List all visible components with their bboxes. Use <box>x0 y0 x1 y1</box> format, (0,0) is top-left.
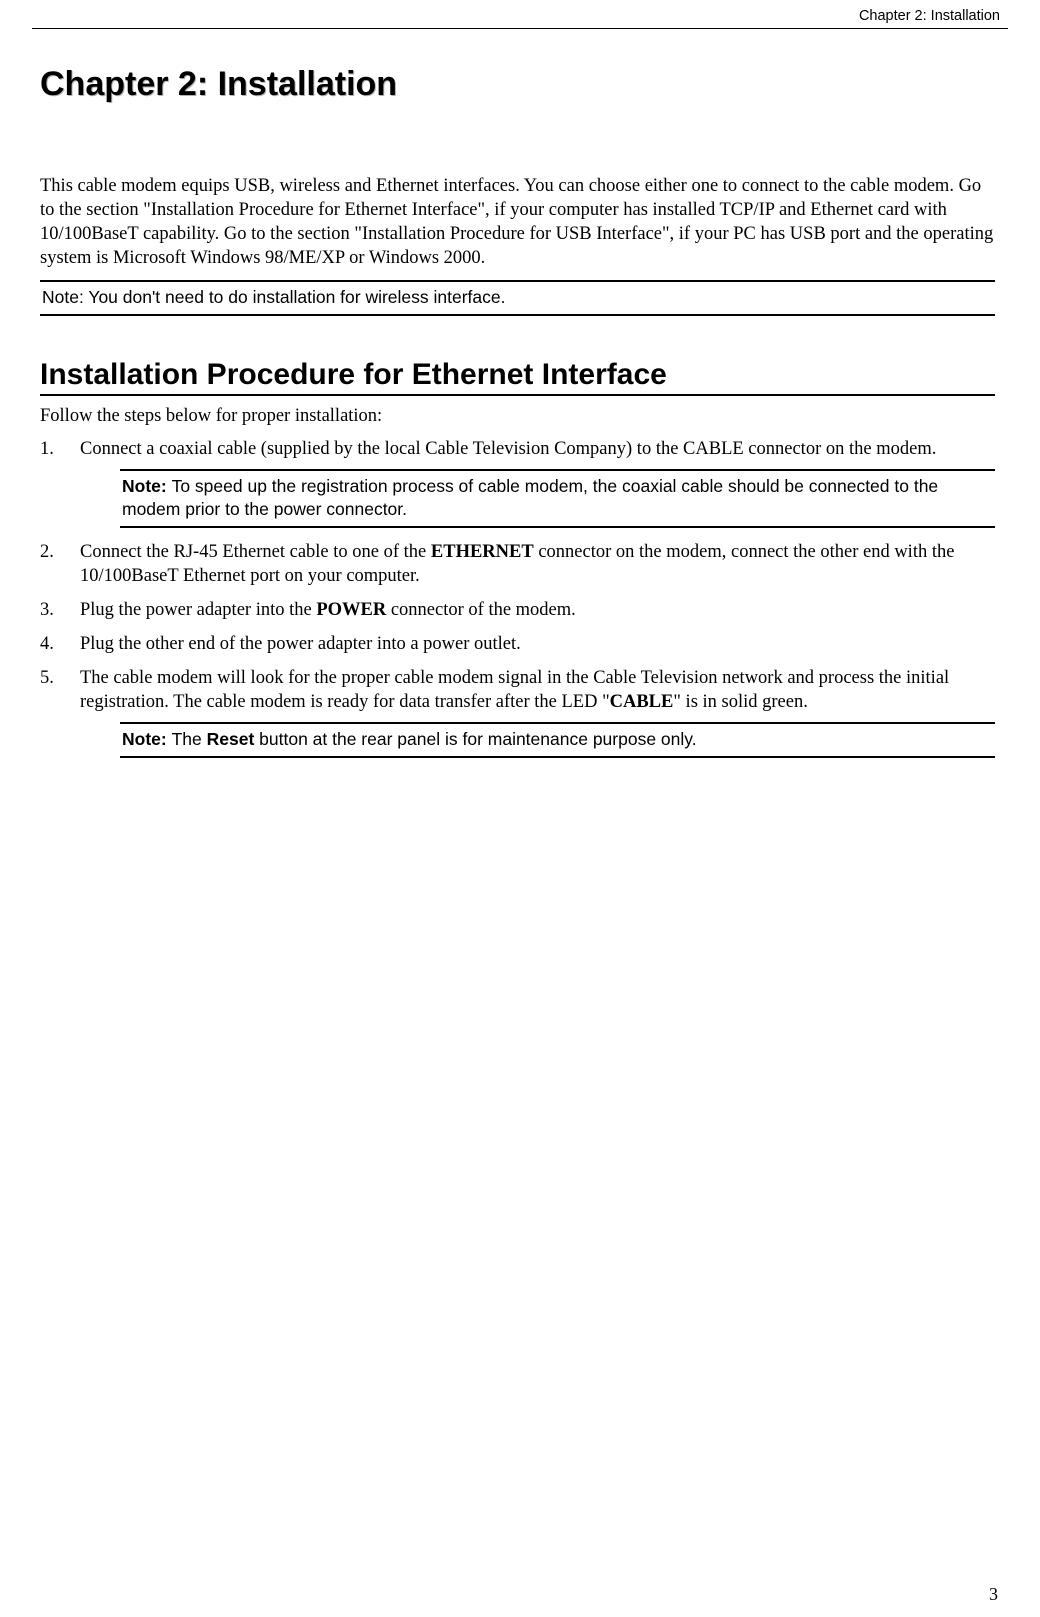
chapter-title: Chapter 2: Installation <box>40 65 995 104</box>
step-text: Connect a coaxial cable (supplied by the… <box>80 439 936 459</box>
note-reset: Note: The Reset button at the rear panel… <box>120 722 995 758</box>
power-bold: POWER <box>316 600 386 620</box>
note-text: To speed up the registration process of … <box>122 476 938 520</box>
note-label: Note: <box>122 476 172 496</box>
page-content: Chapter 2: Installation This cable modem… <box>0 65 1040 758</box>
note-coaxial: Note: To speed up the registration proce… <box>120 469 995 528</box>
note-wireless: Note: You don't need to do installation … <box>40 280 995 316</box>
note-suffix: button at the rear panel is for maintena… <box>254 729 696 749</box>
section-title: Installation Procedure for Ethernet Inte… <box>40 358 995 396</box>
step-4: Plug the other end of the power adapter … <box>40 632 995 656</box>
page-number: 3 <box>989 1584 998 1605</box>
reset-bold: Reset <box>207 729 255 749</box>
cable-bold: CABLE <box>610 692 674 712</box>
step-text: connector of the modem. <box>386 600 576 620</box>
step-text: The cable modem will look for the proper… <box>80 668 949 712</box>
note-text: Note: You don't need to do installation … <box>42 287 506 307</box>
ethernet-bold: ETHERNET <box>431 542 534 562</box>
step-text: Plug the other end of the power adapter … <box>80 634 521 654</box>
step-3: Plug the power adapter into the POWER co… <box>40 598 995 622</box>
intro-paragraph: This cable modem equips USB, wireless an… <box>40 174 995 270</box>
header-text: Chapter 2: Installation <box>859 8 1000 24</box>
note-label: Note: <box>122 729 172 749</box>
step-5: The cable modem will look for the proper… <box>40 666 995 758</box>
step-2: Connect the RJ-45 Ethernet cable to one … <box>40 540 995 588</box>
note-prefix: The <box>172 729 207 749</box>
step-text: Plug the power adapter into the <box>80 600 316 620</box>
step-text: Connect the RJ-45 Ethernet cable to one … <box>80 542 431 562</box>
step-text: " is in solid green. <box>673 692 807 712</box>
steps-list: Connect a coaxial cable (supplied by the… <box>40 437 995 758</box>
follow-text: Follow the steps below for proper instal… <box>40 406 995 427</box>
page-header: Chapter 2: Installation <box>32 0 1008 29</box>
step-1: Connect a coaxial cable (supplied by the… <box>40 437 995 528</box>
